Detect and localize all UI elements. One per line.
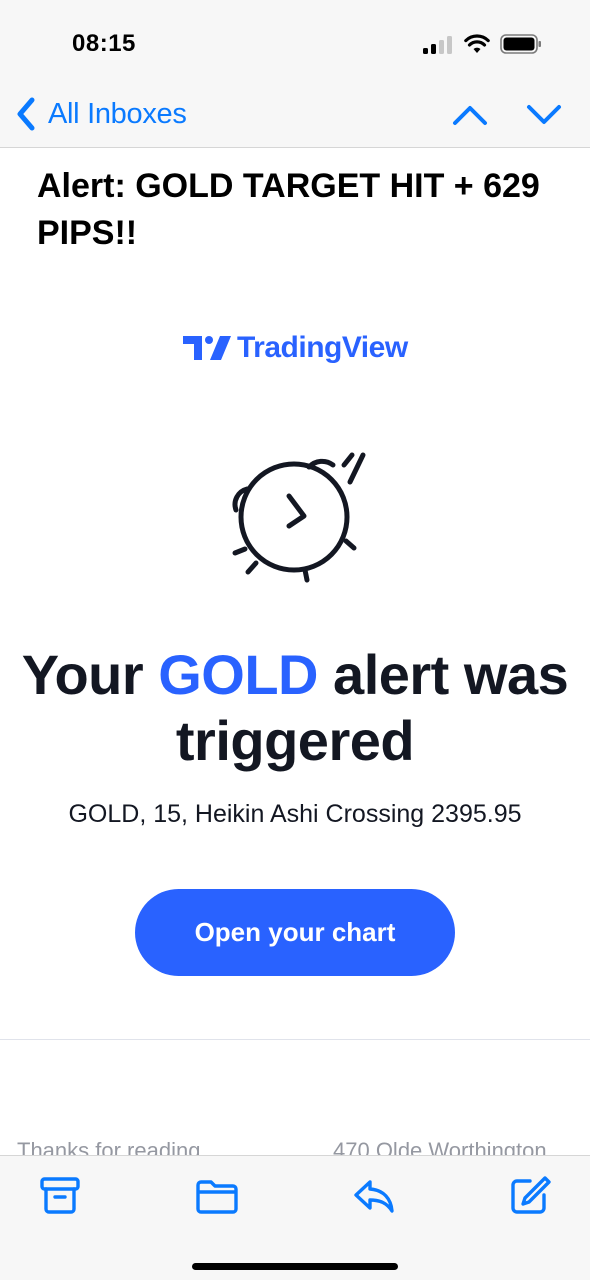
tradingview-logo: TradingView	[183, 328, 408, 368]
compose-icon[interactable]	[508, 1175, 552, 1217]
tradingview-logo-icon	[183, 336, 231, 360]
back-label: All Inboxes	[48, 97, 187, 130]
archive-icon[interactable]	[38, 1175, 82, 1217]
headline-prefix: Your	[21, 643, 159, 706]
home-indicator	[192, 1263, 398, 1270]
chevron-left-icon	[17, 97, 35, 131]
open-chart-button[interactable]: Open your chart	[135, 889, 455, 976]
alert-detail: GOLD, 15, Heikin Ashi Crossing 2395.95	[68, 800, 522, 828]
status-bar: 08:15	[0, 0, 590, 88]
status-time: 08:15	[72, 30, 136, 57]
back-to-inboxes-button[interactable]: All Inboxes	[12, 91, 187, 137]
alarm-clock-icon	[232, 452, 366, 583]
wifi-icon	[464, 34, 490, 53]
tradingview-wordmark: TradingView	[237, 331, 408, 364]
alert-headline: Your GOLD alert was triggered	[0, 642, 590, 774]
battery-icon	[500, 34, 541, 54]
cellular-signal-icon	[423, 36, 453, 54]
reply-icon[interactable]	[352, 1175, 396, 1217]
mail-nav-bar: All Inboxes	[0, 88, 590, 148]
divider	[0, 1039, 590, 1040]
chevron-up-icon[interactable]	[450, 100, 490, 130]
mail-toolbar	[0, 1155, 590, 1280]
chevron-down-icon[interactable]	[524, 100, 564, 130]
folder-icon[interactable]	[195, 1175, 239, 1217]
headline-symbol: GOLD	[158, 643, 318, 706]
email-subject: Alert: GOLD TARGET HIT + 629 PIPS!!	[37, 167, 540, 252]
